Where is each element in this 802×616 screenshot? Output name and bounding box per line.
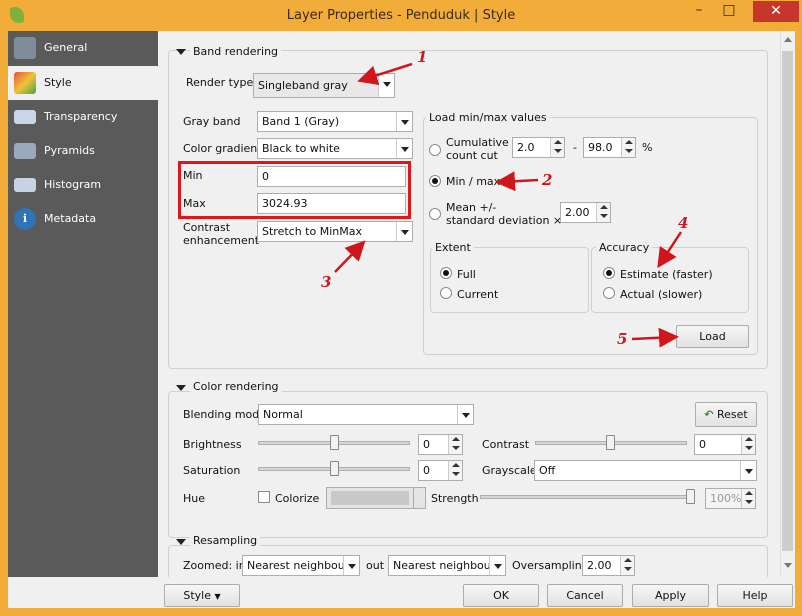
annotation-arrows <box>334 62 683 348</box>
annotation-2: 2 <box>542 171 553 189</box>
arrow-5 <box>631 327 679 348</box>
arrow-1 <box>357 62 413 85</box>
arrow-3 <box>334 240 366 273</box>
arrow-4 <box>657 231 683 269</box>
annotation-5: 5 <box>617 330 628 348</box>
annotation-3: 3 <box>321 273 332 291</box>
annotation-1: 1 <box>417 48 428 66</box>
annotation-4: 4 <box>678 214 689 232</box>
arrow-2 <box>495 171 539 192</box>
